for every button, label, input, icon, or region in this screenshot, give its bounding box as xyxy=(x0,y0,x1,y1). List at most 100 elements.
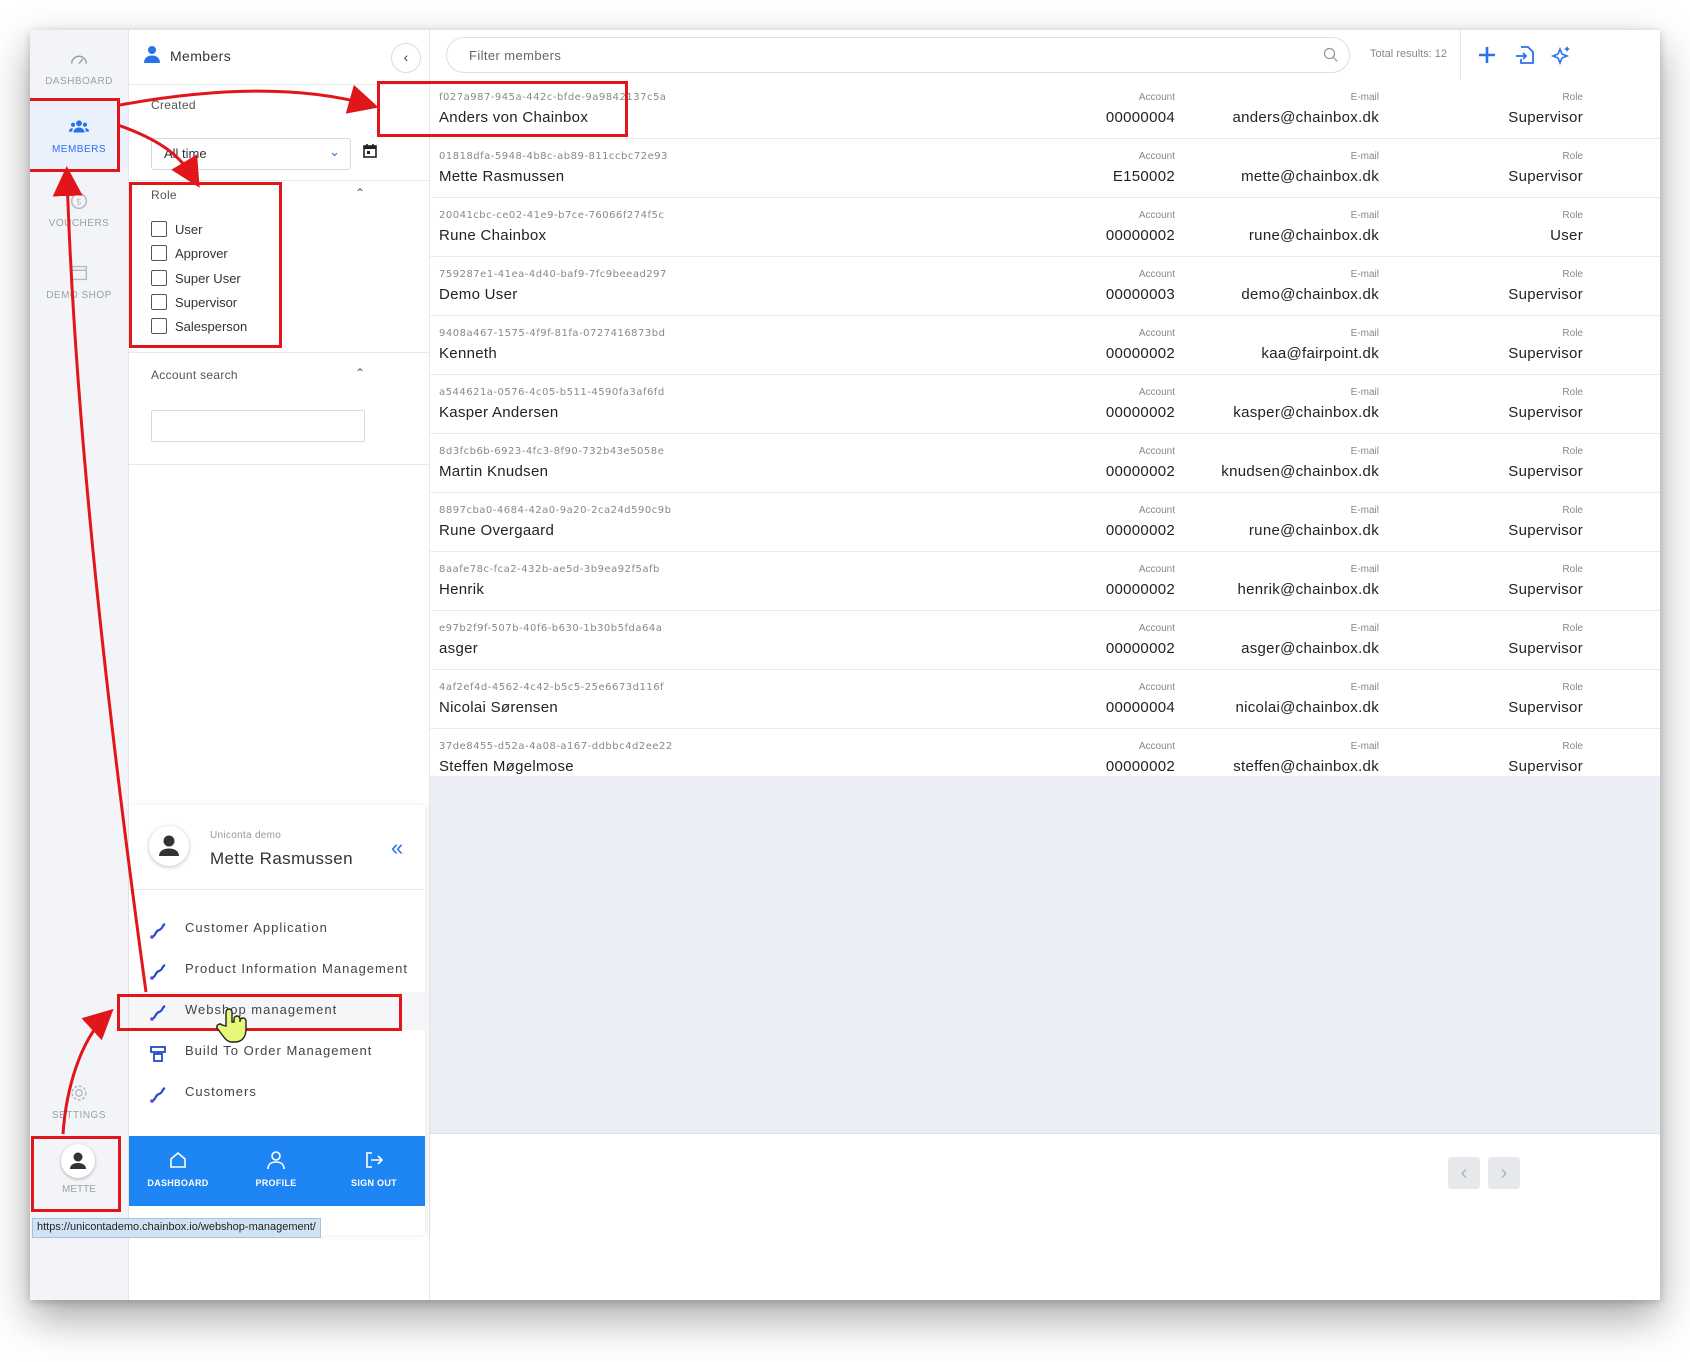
next-page-button[interactable]: › xyxy=(1488,1157,1520,1189)
account-caption: Account xyxy=(1138,623,1175,634)
nav-dashboard[interactable]: DASHBOARD xyxy=(30,48,128,87)
add-icon[interactable] xyxy=(1476,44,1498,66)
page-title: Members xyxy=(170,48,232,64)
nav-settings[interactable]: SETTINGS xyxy=(30,1082,128,1121)
member-row[interactable]: 20041cbc-ce02-41e9-b7ce-76066f274f5c Rune… xyxy=(430,198,1660,257)
member-name: Henrik xyxy=(439,581,485,598)
app-customers[interactable]: Customers xyxy=(129,1074,425,1112)
email-caption: E-mail xyxy=(1350,151,1379,162)
member-email: nicolai@chainbox.dk xyxy=(1235,699,1379,716)
double-chevron-left-icon[interactable]: « xyxy=(391,835,403,861)
member-row[interactable]: a544621a-0576-4c05-b511-4590fa3af6fd Kasp… xyxy=(430,375,1660,434)
role-caption: Role xyxy=(1562,623,1583,634)
member-id: 8d3fcb6b-6923-4fc3-8f90-732b43e5058e xyxy=(439,446,665,457)
role-caption: Role xyxy=(1562,151,1583,162)
email-caption: E-mail xyxy=(1350,505,1379,516)
role-caption: Role xyxy=(1562,564,1583,575)
previous-page-button[interactable]: ‹ xyxy=(1448,1157,1480,1189)
app-customer-application[interactable]: Customer Application xyxy=(129,910,425,948)
member-email: rune@chainbox.dk xyxy=(1248,227,1379,244)
annotation-box-members xyxy=(30,98,120,172)
role-caption: Role xyxy=(1562,92,1583,103)
member-row[interactable]: 9408a467-1575-4f9f-81fa-0727416873bd Kenn… xyxy=(430,316,1660,375)
created-select-value: All time xyxy=(164,146,207,161)
search-icon[interactable] xyxy=(1323,47,1339,63)
speedometer-icon xyxy=(70,55,88,65)
import-icon[interactable] xyxy=(1514,44,1536,66)
footer-profile-button[interactable]: PROFILE xyxy=(227,1150,325,1188)
member-row[interactable]: 4af2ef4d-4562-4c42-b5c5-25e6673d116f Nico… xyxy=(430,670,1660,729)
member-email: demo@chainbox.dk xyxy=(1241,286,1379,303)
home-icon xyxy=(170,1151,186,1168)
member-id: 20041cbc-ce02-41e9-b7ce-76066f274f5c xyxy=(439,210,665,221)
nav-demo-shop[interactable]: DEMO SHOP xyxy=(30,262,128,301)
member-row[interactable]: 8aafe78c-fca2-432b-ae5d-3b9ea92f5afb Henr… xyxy=(430,552,1660,611)
nav-rail: DASHBOARD MEMBERS $ VOUCHERS DEMO SHOP S… xyxy=(30,30,129,1300)
app-build-to-order-management[interactable]: Build To Order Management xyxy=(129,1033,425,1071)
member-account: 00000004 xyxy=(1105,699,1175,716)
member-id: e97b2f9f-507b-40f6-b630-1b30b5fda64a xyxy=(439,623,663,634)
member-email: henrik@chainbox.dk xyxy=(1237,581,1379,598)
nav-dashboard-label: DASHBOARD xyxy=(45,76,113,87)
account-caption: Account xyxy=(1138,446,1175,457)
member-email: steffen@chainbox.dk xyxy=(1233,758,1379,775)
created-label: Created xyxy=(151,98,196,112)
app-link-icon xyxy=(150,963,166,980)
search-input[interactable] xyxy=(467,47,1291,64)
footer-dashboard-button[interactable]: DASHBOARD xyxy=(129,1150,227,1188)
member-role: Supervisor xyxy=(1508,758,1583,775)
app-label: Customers xyxy=(185,1084,257,1099)
member-account: E150002 xyxy=(1112,168,1175,185)
collapse-panel-button[interactable]: ‹ xyxy=(391,43,421,73)
chevron-left-icon: ‹ xyxy=(403,49,409,65)
app-label: Build To Order Management xyxy=(185,1043,373,1058)
member-row[interactable]: 8897cba0-4684-42a0-9a20-2ca24d590c9b Rune… xyxy=(430,493,1660,552)
divider xyxy=(129,352,429,353)
member-id: 9408a467-1575-4f9f-81fa-0727416873bd xyxy=(439,328,666,339)
role-caption: Role xyxy=(1562,505,1583,516)
chevron-up-icon[interactable]: ⌃ xyxy=(355,186,365,200)
member-email: kaa@fairpoint.dk xyxy=(1261,345,1379,362)
chevron-up-icon[interactable]: ⌃ xyxy=(355,96,365,110)
user-menu-header: Uniconta demo Mette Rasmussen « xyxy=(129,805,425,890)
app-label: Product Information Management xyxy=(185,961,408,976)
member-email: mette@chainbox.dk xyxy=(1241,168,1379,185)
sign-out-button[interactable]: SIGN OUT xyxy=(325,1150,423,1188)
calendar-icon[interactable] xyxy=(363,144,377,158)
svg-text:$: $ xyxy=(76,197,82,208)
account-search-input[interactable] xyxy=(151,410,365,442)
annotation-box-first-member xyxy=(377,81,628,137)
nav-vouchers[interactable]: $ VOUCHERS xyxy=(30,190,128,229)
divider xyxy=(129,180,429,181)
created-select[interactable]: All time ⌄ xyxy=(151,138,351,170)
account-caption: Account xyxy=(1138,92,1175,103)
member-role: Supervisor xyxy=(1508,286,1583,303)
coin-icon: $ xyxy=(70,192,88,210)
member-role: User xyxy=(1550,227,1583,244)
member-id: 01818dfa-5948-4b8c-ab89-811ccbc72e93 xyxy=(439,151,668,162)
member-account: 00000002 xyxy=(1105,345,1175,362)
member-name: Rune Overgaard xyxy=(439,522,555,539)
chevron-up-icon[interactable]: ⌃ xyxy=(355,366,365,380)
member-email: kasper@chainbox.dk xyxy=(1233,404,1379,421)
member-email: knudsen@chainbox.dk xyxy=(1221,463,1379,480)
nav-settings-label: SETTINGS xyxy=(51,1110,106,1121)
member-row[interactable]: e97b2f9f-507b-40f6-b630-1b30b5fda64a asge… xyxy=(430,611,1660,670)
toolbar: Total results: 12 xyxy=(430,30,1660,81)
member-role: Supervisor xyxy=(1508,109,1583,126)
member-row[interactable]: 01818dfa-5948-4b8c-ab89-811ccbc72e93 Mett… xyxy=(430,139,1660,198)
app-product-information-management[interactable]: Product Information Management xyxy=(129,951,425,989)
member-account: 00000002 xyxy=(1105,758,1175,775)
role-caption: Role xyxy=(1562,387,1583,398)
email-caption: E-mail xyxy=(1350,564,1379,575)
link-status-bar: https://unicontademo.chainbox.io/webshop… xyxy=(32,1218,321,1238)
member-name: Mette Rasmussen xyxy=(439,168,565,185)
member-row[interactable]: 759287e1-41ea-4d40-baf9-7fc9beead297 Demo… xyxy=(430,257,1660,316)
role-caption: Role xyxy=(1562,328,1583,339)
member-row[interactable]: 8d3fcb6b-6923-4fc3-8f90-732b43e5058e Mart… xyxy=(430,434,1660,493)
search-box[interactable] xyxy=(446,37,1350,73)
member-name: asger xyxy=(439,640,479,657)
person-icon xyxy=(159,835,179,856)
footer-profile-label: PROFILE xyxy=(255,1178,297,1188)
sparkle-icon[interactable] xyxy=(1550,44,1572,66)
